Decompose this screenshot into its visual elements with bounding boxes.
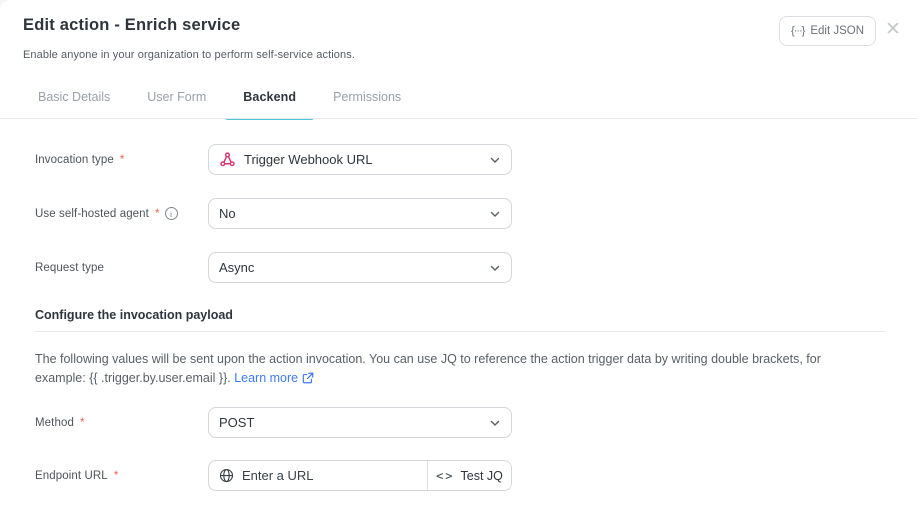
required-marker: * bbox=[120, 154, 125, 166]
chevron-down-icon bbox=[489, 417, 501, 429]
invocation-type-label: Invocation type* bbox=[35, 144, 124, 175]
request-type-label: Request type bbox=[35, 252, 104, 283]
close-icon[interactable]: ✕ bbox=[882, 18, 904, 40]
required-marker: * bbox=[155, 208, 160, 220]
method-row: Method* POST bbox=[0, 407, 917, 438]
method-value: POST bbox=[219, 415, 481, 430]
required-marker: * bbox=[114, 470, 119, 482]
endpoint-input-wrap bbox=[209, 461, 427, 490]
self-hosted-agent-value: No bbox=[219, 206, 481, 221]
request-type-select[interactable]: Async bbox=[208, 252, 512, 283]
test-jq-label: Test JQ bbox=[461, 469, 503, 483]
info-icon[interactable]: i bbox=[165, 207, 178, 220]
edit-json-label: Edit JSON bbox=[810, 25, 864, 37]
payload-section-heading: Configure the invocation payload bbox=[35, 308, 233, 322]
tab-basic-details[interactable]: Basic Details bbox=[38, 86, 110, 118]
edit-action-dialog: Edit action - Enrich service Enable anyo… bbox=[0, 0, 917, 510]
request-type-value: Async bbox=[219, 260, 481, 275]
tab-backend[interactable]: Backend bbox=[243, 86, 296, 118]
required-marker: * bbox=[80, 417, 85, 429]
description-line2: example: {{ .trigger.by.user.email }}. bbox=[35, 371, 231, 385]
tab-user-form[interactable]: User Form bbox=[147, 86, 206, 118]
payload-description: The following values will be sent upon t… bbox=[35, 350, 885, 389]
endpoint-url-input[interactable] bbox=[242, 468, 417, 483]
test-jq-button[interactable]: <> Test JQ bbox=[427, 461, 511, 490]
description-line1: The following values will be sent upon t… bbox=[35, 352, 821, 366]
json-braces-icon: {···} bbox=[791, 25, 804, 37]
request-type-row: Request type Async bbox=[0, 252, 917, 283]
chevron-down-icon bbox=[489, 154, 501, 166]
invocation-type-value: Trigger Webhook URL bbox=[244, 152, 481, 167]
self-hosted-agent-label: Use self-hosted agent* i bbox=[35, 198, 178, 229]
invocation-type-row: Invocation type* Trigger Webhook URL bbox=[0, 144, 917, 175]
section-divider bbox=[35, 331, 885, 332]
edit-json-button[interactable]: {···} Edit JSON bbox=[779, 16, 876, 46]
page-title: Edit action - Enrich service bbox=[23, 16, 240, 35]
learn-more-link[interactable]: Learn more bbox=[234, 371, 298, 385]
page-subtitle: Enable anyone in your organization to pe… bbox=[23, 49, 355, 61]
external-link-icon bbox=[302, 371, 314, 390]
invocation-type-select[interactable]: Trigger Webhook URL bbox=[208, 144, 512, 175]
globe-icon bbox=[219, 468, 234, 483]
tab-permissions[interactable]: Permissions bbox=[333, 86, 401, 118]
self-hosted-agent-select[interactable]: No bbox=[208, 198, 512, 229]
endpoint-url-row: Endpoint URL* <> Test JQ bbox=[0, 460, 917, 491]
endpoint-url-label: Endpoint URL* bbox=[35, 460, 118, 491]
chevron-down-icon bbox=[489, 208, 501, 220]
chevron-down-icon bbox=[489, 262, 501, 274]
method-label: Method* bbox=[35, 407, 85, 438]
tab-bar: Basic Details User Form Backend Permissi… bbox=[38, 86, 401, 118]
webhook-icon bbox=[219, 151, 236, 168]
code-icon: <> bbox=[436, 469, 454, 483]
endpoint-url-group: <> Test JQ bbox=[208, 460, 512, 491]
self-hosted-agent-row: Use self-hosted agent* i No bbox=[0, 198, 917, 229]
method-select[interactable]: POST bbox=[208, 407, 512, 438]
tabs-divider bbox=[0, 118, 917, 119]
